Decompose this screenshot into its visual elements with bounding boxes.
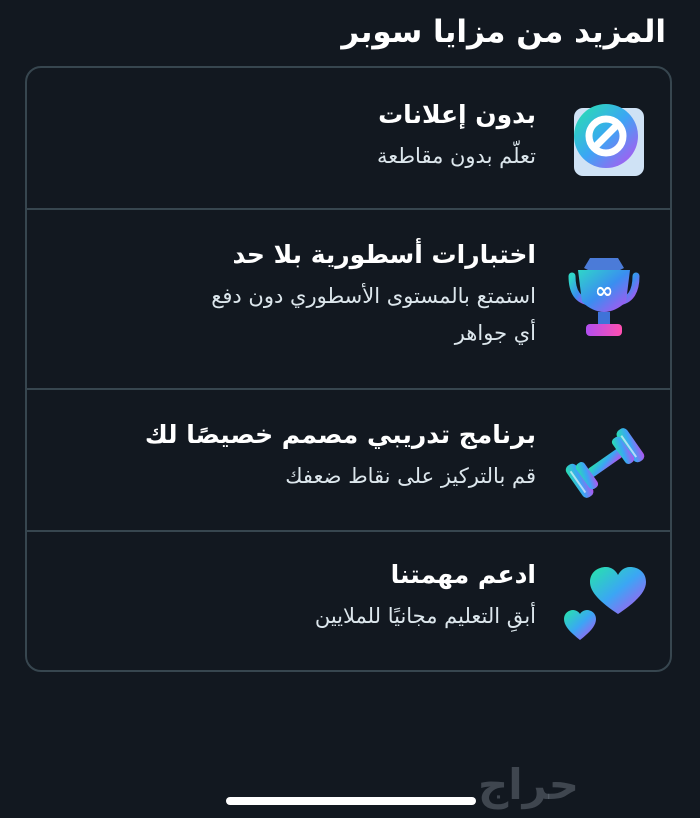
feature-row-no-ads: بدون إعلانات تعلّم بدون مقاطعة — [27, 68, 670, 210]
feature-row-training: برنامج تدريبي مصمم خصيصًا لك قم بالتركيز… — [27, 390, 670, 532]
feature-title: برنامج تدريبي مصمم خصيصًا لك — [144, 420, 536, 449]
feature-row-legendary: ∞ اختبارات أسطورية بلا حد استمتع بالمستو… — [27, 210, 670, 390]
dumbbell-icon — [560, 418, 650, 508]
feature-title: اختبارات أسطورية بلا حد — [232, 240, 536, 269]
feature-row-mission: ادعم مهمتنا أبقِ التعليم مجانيًا للملايي… — [27, 532, 670, 670]
svg-text:∞: ∞ — [595, 279, 613, 304]
feature-subtitle: تعلّم بدون مقاطعة — [376, 144, 536, 168]
home-indicator[interactable] — [226, 797, 476, 805]
feature-title: بدون إعلانات — [378, 100, 536, 129]
trophy-icon: ∞ — [560, 256, 650, 346]
page-title: المزيد من مزايا سوبر — [341, 14, 666, 50]
feature-subtitle: أبقِ التعليم مجانيًا للملايين — [314, 604, 536, 628]
super-features-card: بدون إعلانات تعلّم بدون مقاطعة ∞ اختبارا… — [25, 66, 672, 672]
feature-subtitle: قم بالتركيز على نقاط ضعفك — [285, 464, 536, 488]
feature-title: ادعم مهمتنا — [390, 560, 536, 589]
no-ads-icon — [560, 94, 650, 184]
hearts-icon — [560, 562, 650, 652]
feature-subtitle: استمتع بالمستوى الأسطوري دون دفع أي جواه… — [211, 284, 536, 345]
watermark-logo: حراج — [478, 760, 581, 809]
